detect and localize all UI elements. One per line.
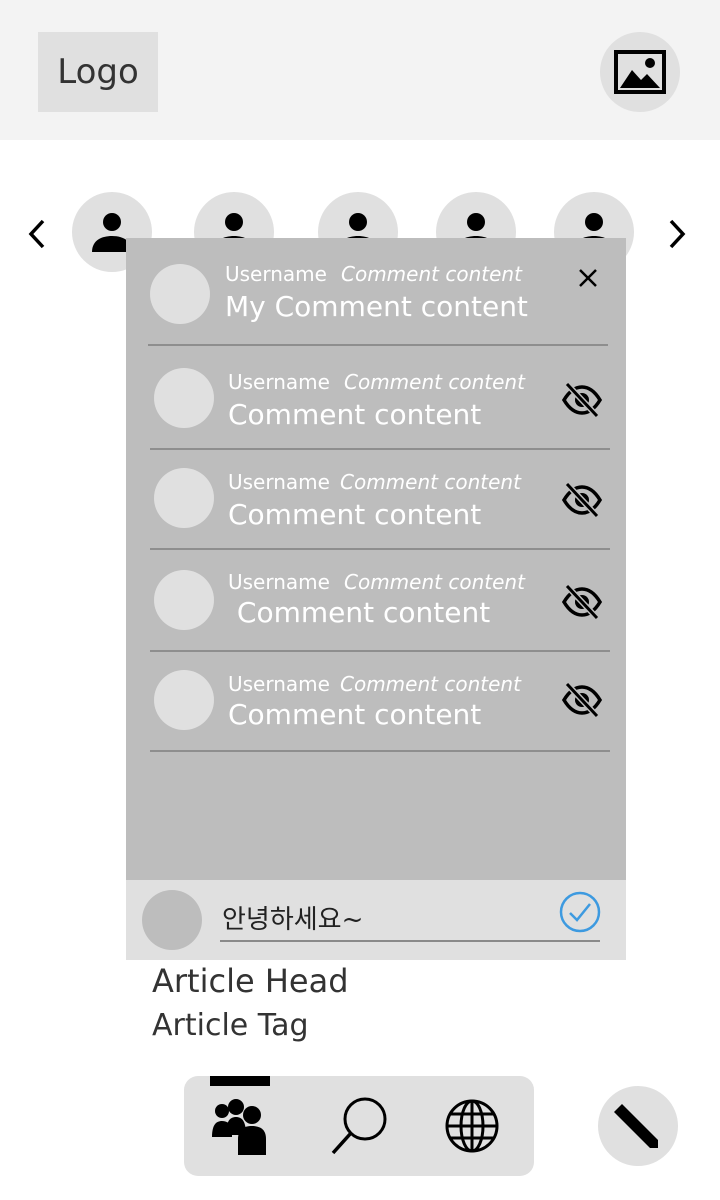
chevron-right-icon [669, 219, 686, 249]
active-tab-indicator [210, 1076, 270, 1086]
comment-meta: Comment content [344, 370, 525, 394]
image-icon [614, 50, 666, 94]
comment-item: Username Comment content Comment content [150, 450, 610, 550]
stories-prev-button[interactable] [17, 212, 57, 256]
avatar [154, 570, 214, 630]
comment-meta: Comment content [344, 570, 525, 594]
comments-panel: Username Comment content My Comment cont… [126, 238, 626, 960]
hide-comment-button[interactable] [561, 480, 603, 520]
comment-username: Username [228, 672, 330, 696]
logo[interactable]: Logo [38, 32, 158, 112]
bottom-nav [184, 1076, 534, 1176]
avatar [154, 368, 214, 428]
nav-globe-button[interactable] [438, 1092, 506, 1160]
avatar [154, 670, 214, 730]
image-button[interactable] [600, 32, 680, 112]
comment-meta: Comment content [340, 672, 521, 696]
eye-off-icon [561, 681, 603, 719]
hide-comment-button[interactable] [561, 680, 603, 720]
comment-text: Comment content [228, 498, 482, 531]
comment-username: Username [225, 262, 327, 286]
stories-next-button[interactable] [657, 212, 697, 256]
avatar [142, 890, 202, 950]
comment-item: Username Comment content Comment content [150, 652, 610, 752]
comment-text: Comment content [228, 398, 482, 431]
comment-text: Comment content [228, 596, 491, 629]
hide-comment-button[interactable] [561, 582, 603, 622]
avatar [154, 468, 214, 528]
hide-comment-button[interactable] [561, 380, 603, 420]
avatar [150, 264, 210, 324]
submit-comment-button[interactable] [558, 890, 602, 934]
check-circle-icon [559, 891, 601, 933]
comment-username: Username [228, 570, 330, 594]
comment-text: My Comment content [225, 290, 528, 323]
people-icon [212, 1099, 266, 1155]
comment-input-bar: 안녕하세요~ [126, 880, 626, 960]
article-head: Article Head [152, 962, 349, 1000]
globe-icon [445, 1099, 499, 1153]
comment-input[interactable]: 안녕하세요~ [220, 894, 600, 942]
comment-meta: Comment content [341, 262, 522, 286]
app-header: Logo [0, 0, 720, 140]
my-comment: Username Comment content My Comment cont… [148, 246, 608, 346]
article-tag: Article Tag [152, 1008, 309, 1043]
comment-meta: Comment content [340, 470, 521, 494]
nav-search-button[interactable] [326, 1092, 394, 1160]
eye-off-icon [561, 583, 603, 621]
eye-off-icon [561, 481, 603, 519]
comment-item: Username Comment content Comment content [150, 350, 610, 450]
close-button[interactable] [570, 260, 606, 296]
close-icon [579, 269, 597, 287]
search-icon [331, 1097, 387, 1155]
eye-off-icon [561, 381, 603, 419]
comment-text: Comment content [228, 698, 482, 731]
write-button[interactable] [598, 1086, 678, 1166]
pencil-icon [614, 1104, 658, 1148]
comment-item: Username Comment content Comment content [150, 552, 610, 652]
nav-people-button[interactable] [206, 1092, 274, 1160]
chevron-left-icon [28, 219, 45, 249]
comment-username: Username [228, 470, 330, 494]
comment-username: Username [228, 370, 330, 394]
